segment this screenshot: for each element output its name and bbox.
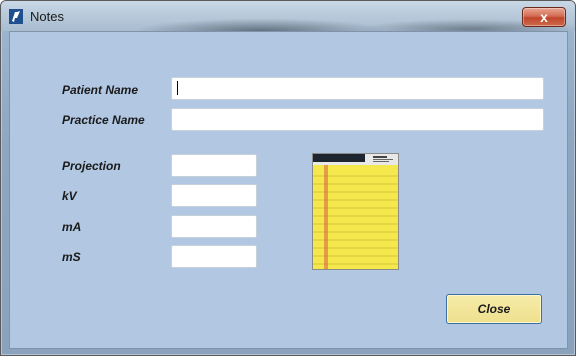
text-caret [177,81,178,95]
close-icon[interactable]: x [522,7,566,27]
ms-label: mS [62,250,81,264]
patient-name-field[interactable] [171,77,544,100]
window-title: Notes [30,9,64,24]
ma-field[interactable] [171,215,257,238]
projection-label: Projection [62,159,121,173]
ms-field[interactable] [171,245,257,268]
practice-name-field[interactable] [171,108,544,131]
practice-name-label: Practice Name [62,113,145,127]
notes-app-icon [9,9,23,24]
kv-field[interactable] [171,184,257,207]
close-button[interactable]: Close [446,294,542,324]
projection-field[interactable] [171,154,257,177]
patient-name-label: Patient Name [62,83,139,97]
title-bar[interactable]: Notes x [1,1,575,31]
kv-label: kV [62,189,77,203]
ma-label: mA [62,220,82,234]
yellow-notepad-icon [312,153,399,270]
notes-window: Notes x Patient Name Practice Name Proje… [0,0,576,356]
